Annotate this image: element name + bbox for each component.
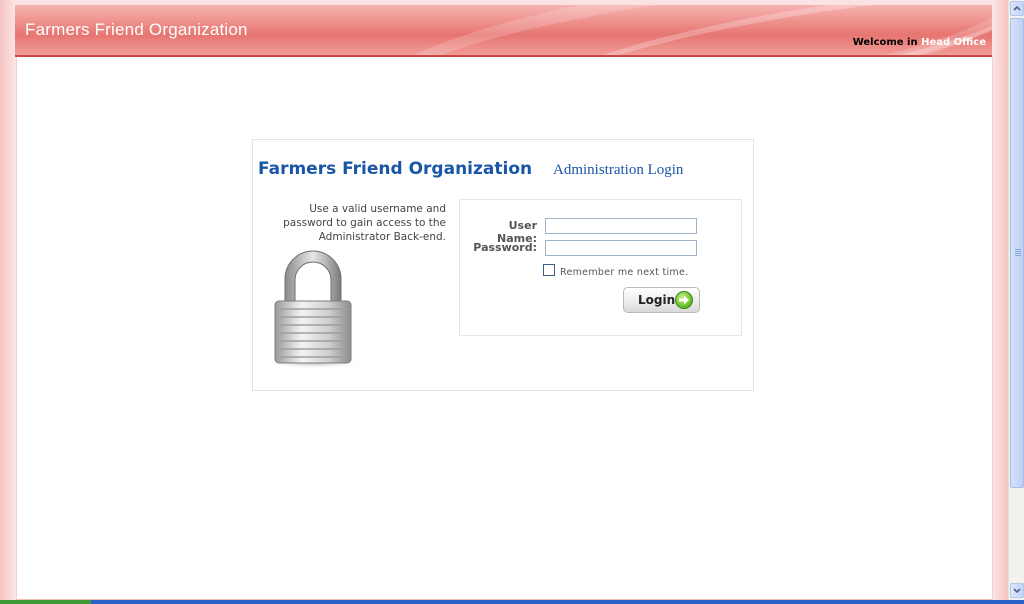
vertical-scrollbar[interactable] — [1008, 0, 1024, 600]
page-background-right — [992, 0, 1008, 604]
scroll-down-icon[interactable] — [1010, 583, 1024, 598]
padlock-icon — [263, 245, 365, 370]
welcome-prefix: Welcome in — [852, 37, 918, 48]
login-box: Farmers Friend Organization Administrati… — [252, 139, 754, 391]
org-title: Farmers Friend Organization — [258, 159, 533, 179]
password-label: Password: — [473, 241, 537, 254]
go-arrow-icon — [675, 291, 693, 309]
taskbar — [0, 600, 1024, 604]
office-name: Head Office — [921, 37, 986, 48]
scroll-up-icon[interactable] — [1010, 1, 1024, 16]
site-header: Farmers Friend Organization Welcome in H… — [15, 5, 992, 57]
login-button[interactable]: Login — [623, 287, 700, 313]
login-form: User Name: Password: Remember me next ti… — [459, 199, 742, 336]
login-button-label: Login — [638, 293, 676, 307]
scrollbar-thumb[interactable] — [1010, 18, 1024, 488]
username-input[interactable] — [545, 218, 697, 234]
remember-me-checkbox[interactable] — [543, 264, 555, 276]
site-title: Farmers Friend Organization — [25, 20, 248, 39]
welcome-text: Welcome in Head Office — [853, 37, 986, 48]
page-background-left — [0, 0, 16, 604]
login-help-text: Use a valid username and password to gai… — [283, 203, 446, 243]
password-input[interactable] — [545, 240, 697, 256]
admin-login-title: Administration Login — [553, 162, 684, 178]
remember-me-label: Remember me next time. — [560, 267, 689, 278]
